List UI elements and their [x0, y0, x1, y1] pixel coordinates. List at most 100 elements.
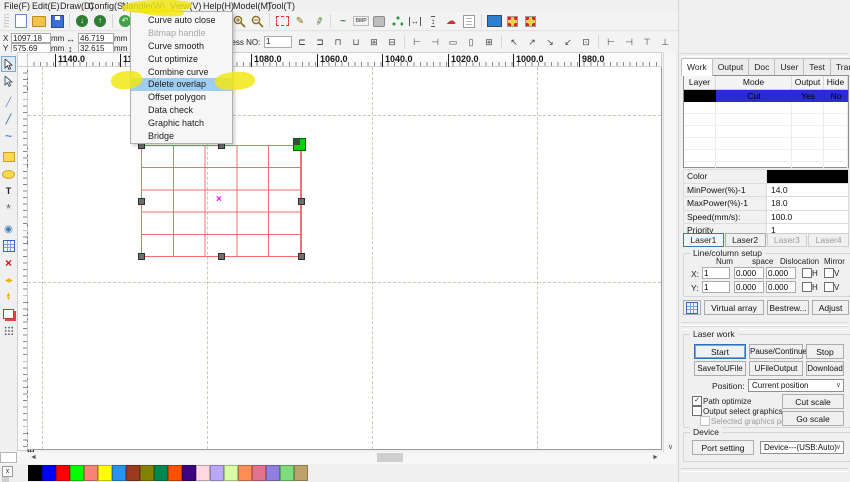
dock-bottom-button[interactable]: ⊥ — [656, 34, 674, 50]
ellipse-tool[interactable] — [1, 166, 16, 182]
color-swatch[interactable] — [224, 465, 238, 481]
tab-test[interactable]: Test — [803, 58, 831, 75]
text-tool[interactable]: T — [1, 183, 16, 199]
path-optimize-checkbox[interactable]: ✓ — [692, 396, 702, 406]
new-file-button[interactable] — [12, 13, 30, 29]
output-select-checkbox[interactable] — [692, 406, 702, 416]
color-swatch[interactable] — [182, 465, 196, 481]
open-file-button[interactable] — [30, 13, 48, 29]
fill-button[interactable] — [370, 13, 388, 29]
color-swatch[interactable] — [42, 465, 56, 481]
download-button[interactable]: Download — [806, 361, 844, 376]
port-setting-button[interactable]: Port setting — [692, 440, 754, 455]
color-swatch[interactable] — [294, 465, 308, 481]
align-tool[interactable] — [1, 306, 16, 322]
virtual-array-button[interactable]: Virtual array — [704, 300, 764, 315]
menu-item-graphic-hatch[interactable]: Graphic hatch — [131, 117, 232, 130]
panel-splitter[interactable] — [681, 53, 848, 57]
layer-row-selected[interactable]: Cut Yes No — [684, 90, 848, 102]
ufile-output-button[interactable]: UFileOutput — [749, 361, 803, 376]
curve-button[interactable]: ~ — [334, 13, 352, 29]
anchor-bottom-right-button[interactable]: ↘ — [541, 34, 559, 50]
y-mirror-v-checkbox[interactable] — [824, 282, 834, 292]
bestrew-button[interactable]: Bestrew... — [767, 300, 809, 315]
tab-doc[interactable]: Doc — [748, 58, 776, 75]
align-top-button[interactable]: ⊓ — [329, 34, 347, 50]
color-swatch[interactable] — [84, 465, 98, 481]
vertical-scrollbar[interactable]: ∨ — [663, 52, 676, 455]
color-swatch[interactable] — [56, 465, 70, 481]
bmp-button[interactable]: BMP — [352, 13, 370, 29]
anchor-bottom-left-button[interactable]: ↙ — [559, 34, 577, 50]
simulate-button[interactable] — [503, 13, 521, 29]
tab-work[interactable]: Work — [681, 58, 713, 76]
prop-maxpower-value[interactable]: 18.0 — [767, 197, 848, 210]
prop-speed-value[interactable]: 100.0 — [767, 210, 848, 223]
simulate-output-button[interactable] — [521, 13, 539, 29]
no-color-swatch[interactable]: x — [2, 466, 13, 477]
line-tool[interactable]: ╱ — [1, 94, 16, 110]
selection-handle-mid-left[interactable] — [138, 198, 145, 205]
save-to-ufile-button[interactable]: SaveToUFile — [694, 361, 746, 376]
menu-item-offset-polygon[interactable]: Offset polygon — [131, 91, 232, 104]
color-swatch[interactable] — [168, 465, 182, 481]
save-button[interactable] — [48, 13, 66, 29]
align-center-v-button[interactable]: ⊟ — [383, 34, 401, 50]
color-swatch[interactable] — [70, 465, 84, 481]
same-width-button[interactable]: ⊢ — [408, 34, 426, 50]
node-group-button[interactable] — [388, 13, 406, 29]
pause-continue-button[interactable]: Pause/Continue — [749, 344, 807, 359]
y-mirror-h-checkbox[interactable] — [802, 282, 812, 292]
device-select[interactable]: Device---(USB:Auto) ∨ — [760, 441, 844, 454]
x-position-input[interactable] — [11, 33, 51, 43]
mirror-vertical-tool[interactable]: ▲ ▼ — [1, 289, 16, 305]
select-tool[interactable] — [1, 56, 16, 72]
menu-tool[interactable]: Tool(T) — [267, 0, 295, 12]
preview-monitor-button[interactable] — [485, 13, 503, 29]
tab-output[interactable]: Output — [711, 58, 750, 75]
drawing-canvas[interactable]: × — [28, 67, 662, 450]
laser2-button[interactable]: Laser2 — [724, 233, 766, 247]
menu-edit[interactable]: Edit(E) — [32, 0, 60, 12]
y-num-input[interactable] — [702, 281, 730, 293]
x-space-input[interactable] — [734, 267, 764, 279]
capture-tool[interactable]: ◉ — [1, 221, 16, 237]
pen-tool-button[interactable]: ✎ — [291, 13, 309, 29]
color-swatch[interactable] — [252, 465, 266, 481]
selection-handle-bottom-right[interactable] — [298, 253, 305, 260]
panel-splitter[interactable] — [681, 468, 848, 472]
delete-tool[interactable]: × — [1, 255, 16, 271]
mirror-horizontal-tool[interactable]: ◀▶ — [1, 272, 16, 288]
start-button[interactable]: Start — [694, 344, 746, 359]
color-swatch[interactable] — [28, 465, 42, 481]
cut-scale-button[interactable]: Cut scale — [782, 394, 844, 409]
x-num-input[interactable] — [702, 267, 730, 279]
toolbar-grip[interactable] — [4, 14, 9, 28]
color-swatch[interactable] — [266, 465, 280, 481]
color-swatch[interactable] — [140, 465, 154, 481]
export-button[interactable]: ↑ — [91, 13, 109, 29]
laser1-button[interactable]: Laser1 — [683, 233, 724, 247]
prop-minpower-value[interactable]: 14.0 — [767, 183, 848, 196]
menu-item-curve-smooth[interactable]: Curve smooth — [131, 40, 232, 53]
y-space-input[interactable] — [734, 281, 764, 293]
import-button[interactable]: ↓ — [73, 13, 91, 29]
position-select[interactable]: Current position ∨ — [748, 379, 844, 392]
anchor-top-left-button[interactable]: ↖ — [505, 34, 523, 50]
menu-item-data-check[interactable]: Data check — [131, 104, 232, 117]
tab-user[interactable]: User — [774, 58, 805, 75]
layer-hide-cell[interactable]: No — [824, 90, 848, 102]
same-size-button[interactable]: ⊞ — [480, 34, 498, 50]
color-swatch[interactable] — [196, 465, 210, 481]
same-height-button[interactable]: ⊣ — [426, 34, 444, 50]
stop-button[interactable]: Stop — [806, 344, 844, 359]
scroll-left-icon[interactable]: ◄ — [28, 452, 39, 463]
dock-left-button[interactable]: ⊢ — [602, 34, 620, 50]
selection-handle-mid-right[interactable] — [298, 198, 305, 205]
polyline-tool[interactable]: ╱ — [1, 111, 16, 127]
star-tool[interactable]: * — [1, 200, 16, 216]
x-mirror-v-checkbox[interactable] — [824, 268, 834, 278]
selection-handle-bottom-left[interactable] — [138, 253, 145, 260]
v-distance-button[interactable]: ↕ — [424, 13, 442, 29]
prop-color-value[interactable] — [767, 170, 848, 183]
